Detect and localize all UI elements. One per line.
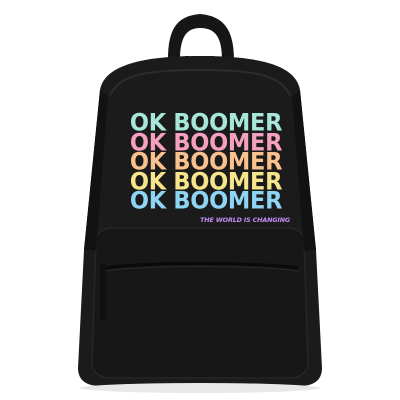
- print-tagline: THE WORLD IS CHANGING: [200, 216, 290, 224]
- backpack-handle: [168, 14, 234, 60]
- front-pocket: [91, 227, 309, 379]
- ok-boomer-print: OK BOOMER OK BOOMER OK BOOMER OK BOOMER …: [120, 111, 292, 215]
- product-image: OK BOOMER OK BOOMER OK BOOMER OK BOOMER …: [0, 0, 400, 400]
- print-line-5: OK BOOMER: [129, 187, 283, 215]
- pocket-zipper-pull: [100, 264, 106, 320]
